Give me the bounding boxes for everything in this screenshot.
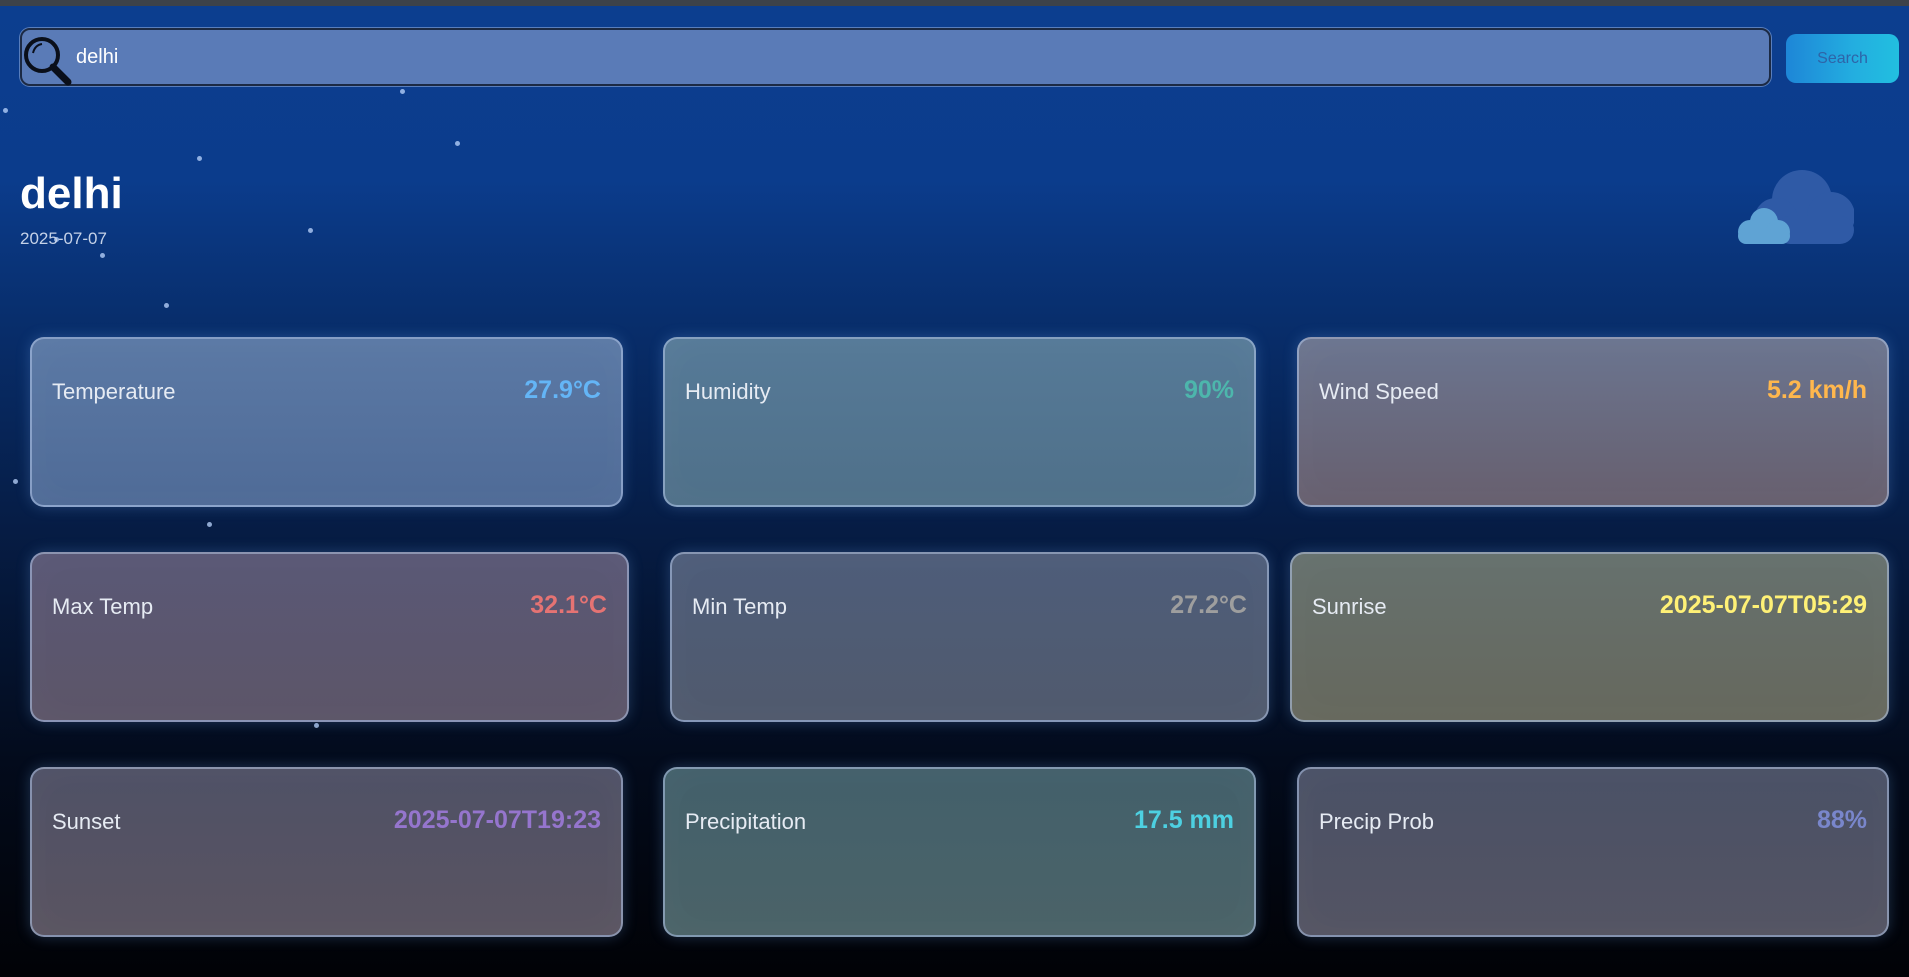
metric-value: 5.2 km/h: [1766, 376, 1867, 404]
city-name: delhi: [20, 169, 123, 218]
metric-card-precip-prob: Precip Prob 88%: [1297, 767, 1889, 937]
background-star: [3, 108, 8, 113]
metric-label: Min Temp: [692, 594, 787, 619]
metric-card-sunset: Sunset 2025-07-07T19:23: [30, 767, 623, 937]
background-star: [197, 156, 202, 161]
search-bar[interactable]: [20, 28, 1771, 86]
background-star: [455, 141, 460, 146]
metric-value: 2025-07-07T05:29: [1659, 591, 1867, 619]
metric-label: Sunrise: [1312, 594, 1387, 619]
metric-value: 2025-07-07T19:23: [393, 806, 601, 834]
background-star: [314, 723, 319, 728]
window-top-bar: [0, 0, 1909, 6]
metric-value: 27.2°C: [1170, 591, 1247, 619]
metric-value: 90%: [1183, 376, 1234, 404]
metric-label: Temperature: [52, 379, 176, 404]
background-star: [400, 89, 405, 94]
background-star: [308, 228, 313, 233]
background-star: [207, 522, 212, 527]
metric-card-wind-speed: Wind Speed 5.2 km/h: [1297, 337, 1889, 507]
metric-card-min-temp: Min Temp 27.2°C: [670, 552, 1269, 722]
metric-label: Wind Speed: [1319, 379, 1439, 404]
search-button[interactable]: Search: [1786, 34, 1899, 83]
metric-card-max-temp: Max Temp 32.1°C: [30, 552, 629, 722]
forecast-date: 2025-07-07: [20, 229, 107, 248]
metric-card-temperature: Temperature 27.9°C: [30, 337, 623, 507]
metric-label: Precipitation: [685, 809, 807, 834]
background-star: [13, 479, 18, 484]
metric-label: Sunset: [52, 809, 121, 834]
metric-value: 88%: [1816, 806, 1867, 834]
cloud-icon: [1738, 170, 1854, 244]
metric-card-sunrise: Sunrise 2025-07-07T05:29: [1290, 552, 1889, 722]
metric-label: Humidity: [685, 379, 771, 404]
metric-value: 27.9°C: [524, 376, 601, 404]
metric-card-humidity: Humidity 90%: [663, 337, 1256, 507]
metric-card-precipitation: Precipitation 17.5 mm: [663, 767, 1256, 937]
background-star: [164, 303, 169, 308]
search-input[interactable]: [76, 30, 1756, 84]
magnifier-icon: [24, 37, 72, 86]
metric-label: Max Temp: [52, 594, 154, 619]
background-star: [100, 253, 105, 258]
metric-value: 32.1°C: [530, 591, 607, 619]
metric-label: Precip Prob: [1319, 809, 1434, 834]
metric-value: 17.5 mm: [1133, 806, 1234, 834]
